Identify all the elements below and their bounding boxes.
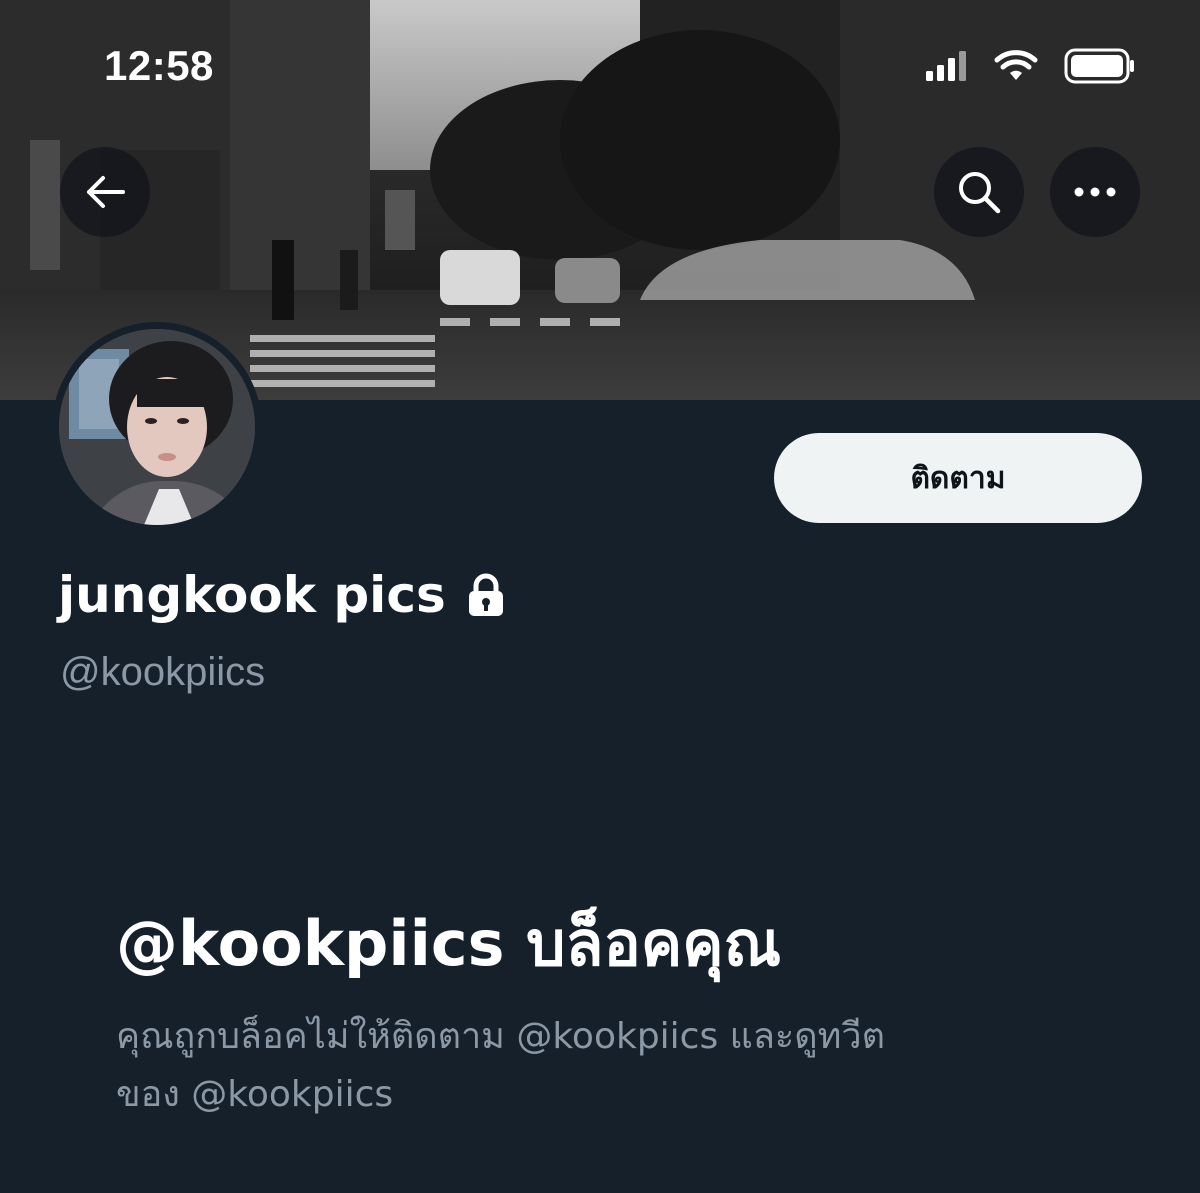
lock-icon bbox=[468, 573, 503, 616]
search-button[interactable] bbox=[934, 147, 1024, 237]
profile-avatar[interactable] bbox=[52, 322, 262, 532]
blocked-description: คุณถูกบล็อคไม่ให้ติดตาม @kookpiics และดู… bbox=[116, 1008, 1076, 1124]
follow-button[interactable]: ติดตาม bbox=[774, 433, 1142, 523]
avatar-photo bbox=[59, 329, 255, 525]
display-name: jungkook pics bbox=[58, 566, 446, 624]
profile-screen: 12:58 ติดตาม jungkook pics @kookpiics @k… bbox=[0, 0, 1200, 1193]
more-horizontal-icon bbox=[1074, 187, 1116, 197]
blocked-description-line1: คุณถูกบล็อคไม่ให้ติดตาม @kookpiics และดู… bbox=[116, 1016, 885, 1057]
status-icons bbox=[926, 48, 1136, 84]
arrow-left-icon bbox=[87, 176, 125, 208]
blocked-title: @kookpiics บล็อคคุณ bbox=[116, 907, 782, 980]
profile-handle: @kookpiics bbox=[60, 650, 266, 694]
status-time: 12:58 bbox=[104, 42, 214, 89]
battery-icon bbox=[1064, 48, 1134, 84]
signal-icon bbox=[926, 51, 966, 81]
search-icon bbox=[959, 172, 1001, 214]
more-button[interactable] bbox=[1050, 147, 1140, 237]
blocked-description-line2: ของ @kookpiics bbox=[116, 1074, 394, 1115]
profile-name-row: jungkook pics bbox=[58, 566, 506, 624]
back-button[interactable] bbox=[60, 147, 150, 237]
wifi-icon bbox=[994, 50, 1038, 80]
